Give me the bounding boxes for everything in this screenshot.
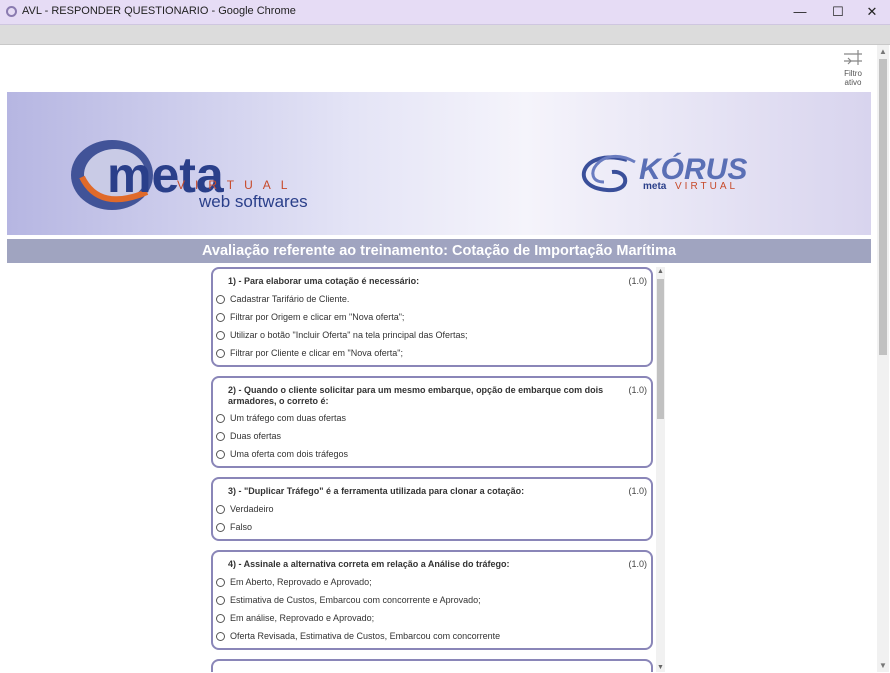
filter-icon (844, 50, 862, 65)
filter-label-line2: ativo (844, 78, 862, 87)
scroll-up-arrow-icon[interactable]: ▲ (657, 268, 664, 275)
header-banner: meta VIRTUAL web softwares KÓRUS meta VI… (7, 92, 871, 235)
radio-button[interactable] (216, 523, 225, 532)
option-label: Oferta Revisada, Estimativa de Custos, E… (230, 631, 501, 641)
page-scrollbar[interactable]: ▲ ▼ (877, 45, 889, 672)
question-2: 2) - Quando o cliente solicitar para um … (211, 376, 653, 468)
radio-button[interactable] (216, 331, 225, 340)
korus-logo: KÓRUS meta VIRTUAL (581, 152, 747, 193)
meta-logo-sub: VIRTUAL (177, 178, 297, 192)
option-label: Um tráfego com duas ofertas (230, 413, 347, 423)
radio-button[interactable] (216, 450, 225, 459)
page-scroll-down-icon[interactable]: ▼ (879, 661, 887, 670)
question-5-partial (211, 659, 653, 672)
filter-active-button[interactable]: Filtro ativo (833, 49, 873, 87)
page-content: Filtro ativo meta VIRTUAL web softwares … (1, 45, 877, 672)
question-score: (1.0) (628, 385, 647, 395)
radio-button[interactable] (216, 632, 225, 641)
scrollbar-thumb[interactable] (657, 279, 664, 419)
radio-button[interactable] (216, 596, 225, 605)
question-score: (1.0) (628, 559, 647, 569)
option-label: Filtrar por Origem e clicar em "Nova ofe… (230, 312, 405, 322)
meta-logo-tagline: web softwares (198, 192, 308, 211)
question-score: (1.0) (628, 276, 647, 286)
chrome-app-icon (6, 6, 17, 17)
browser-toolbar-strip (0, 25, 890, 45)
radio-button[interactable] (216, 578, 225, 587)
radio-button[interactable] (216, 295, 225, 304)
close-icon[interactable]: ✕ (852, 0, 890, 24)
option-label: Cadastrar Tarifário de Cliente. (230, 294, 350, 304)
question-text: 1) - Para elaborar uma cotação é necessá… (228, 276, 420, 286)
question-4: 4) - Assinale a alternativa correta em r… (211, 550, 653, 650)
banner-logos: meta VIRTUAL web softwares KÓRUS meta VI… (71, 140, 747, 211)
radio-button[interactable] (216, 313, 225, 322)
page-scrollbar-thumb[interactable] (879, 59, 887, 355)
title-bar: AVL - RESPONDER QUESTIONARIO - Google Ch… (0, 0, 890, 25)
question-list-scrollbar[interactable]: ▲ ▼ (656, 267, 665, 672)
filter-label-line1: Filtro (844, 69, 862, 78)
evaluation-heading: Avaliação referente ao treinamento: Cota… (7, 239, 871, 263)
question-score: (1.0) (628, 486, 647, 496)
meta-virtual-logo: meta VIRTUAL web softwares (71, 140, 308, 211)
option-label: Utilizar o botão "Incluir Oferta" na tel… (230, 330, 468, 340)
questionnaire-frame: 1) - Para elaborar uma cotação é necessá… (208, 267, 666, 672)
korus-logo-sub-a: meta (643, 181, 667, 192)
korus-logo-sub-b: VIRTUAL (675, 181, 738, 192)
option-label: Em Aberto, Reprovado e Aprovado; (230, 577, 372, 587)
page-scroll-up-icon[interactable]: ▲ (879, 47, 887, 56)
radio-button[interactable] (216, 432, 225, 441)
question-3: 3) - "Duplicar Tráfego" é a ferramenta u… (211, 477, 653, 541)
minimize-icon[interactable]: — (780, 0, 820, 24)
radio-button[interactable] (216, 505, 225, 514)
question-1: 1) - Para elaborar uma cotação é necessá… (211, 267, 653, 367)
question-text: 4) - Assinale a alternativa correta em r… (228, 559, 510, 569)
option-label: Duas ofertas (230, 431, 282, 441)
window-title: AVL - RESPONDER QUESTIONARIO - Google Ch… (22, 5, 296, 17)
question-text: 3) - "Duplicar Tráfego" é a ferramenta u… (228, 486, 525, 496)
radio-button[interactable] (216, 349, 225, 358)
option-label: Estimativa de Custos, Embarcou com conco… (230, 595, 481, 605)
radio-button[interactable] (216, 414, 225, 423)
radio-button[interactable] (216, 614, 225, 623)
option-label: Falso (230, 522, 253, 532)
option-label: Filtrar por Cliente e clicar em "Nova of… (230, 348, 403, 358)
option-label: Uma oferta com dois tráfegos (230, 449, 349, 459)
option-label: Verdadeiro (230, 504, 274, 514)
question-text: 2) - Quando o cliente solicitar para um … (228, 385, 604, 406)
option-label: Em análise, Reprovado e Aprovado; (230, 613, 375, 623)
scroll-down-arrow-icon[interactable]: ▼ (657, 664, 664, 671)
